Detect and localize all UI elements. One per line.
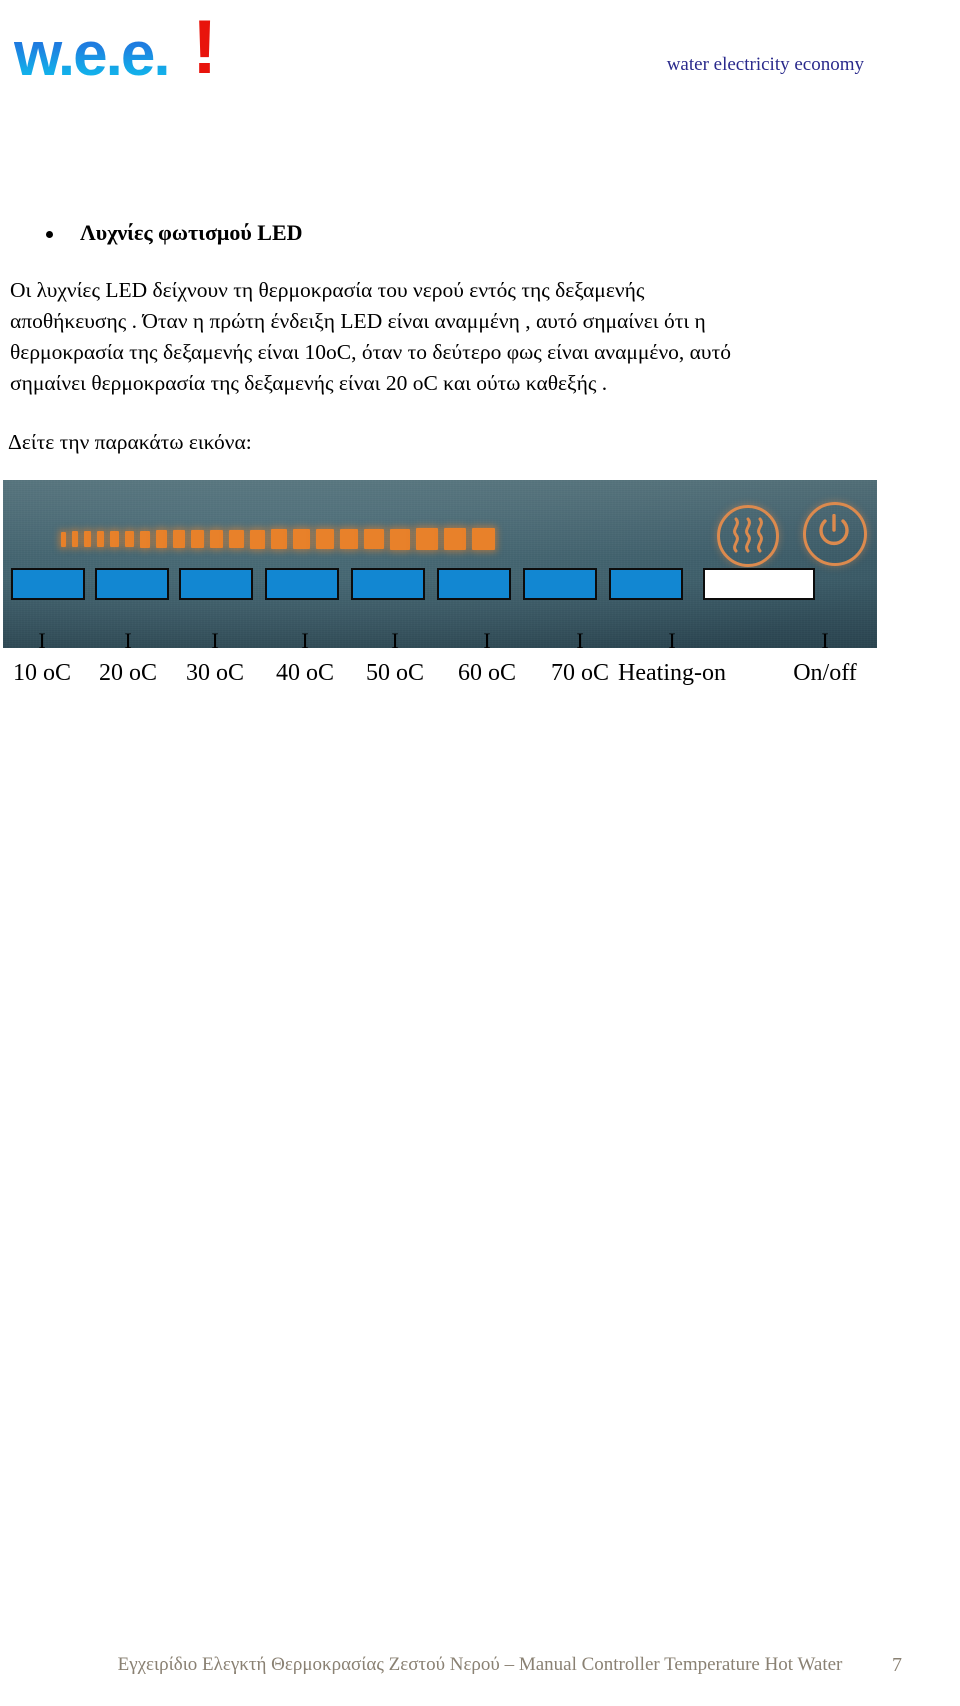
footer-manual-title: Εγχειρίδιο Ελεγκτή Θερμοκρασίας Ζεστού Ν…	[117, 1654, 843, 1675]
tick-mark: I	[211, 628, 219, 653]
led-group-marker	[703, 568, 815, 600]
temperature-label: 10 oC	[12, 660, 72, 686]
led-group-marker	[95, 568, 169, 600]
led-segment	[72, 531, 78, 547]
led-group-marker	[351, 568, 425, 600]
see-image-caption: Δείτε την παρακάτω εικόνα:	[8, 430, 252, 454]
led-segment	[190, 530, 204, 548]
bullet-point-icon	[46, 231, 53, 238]
led-indicator-bar	[61, 524, 495, 554]
led-group-marker	[265, 568, 339, 600]
controller-panel-photo	[3, 480, 877, 648]
led-segment	[390, 528, 411, 550]
led-segment	[209, 529, 224, 549]
power-on-off-icon	[803, 502, 867, 566]
temperature-label: On/off	[793, 660, 857, 686]
temperature-label: 70 oC	[550, 660, 610, 686]
heating-waves-icon	[717, 505, 779, 567]
logo-wordmark: w.e.e.	[14, 20, 171, 89]
temperature-label: 20 oC	[98, 660, 158, 686]
temperature-label: 60 oC	[457, 660, 517, 686]
led-segment	[471, 528, 495, 550]
tick-mark: I	[821, 628, 829, 653]
led-group-marker	[11, 568, 85, 600]
page-footer: Εγχειρίδιο Ελεγκτή Θερμοκρασίας Ζεστού Ν…	[0, 1654, 960, 1684]
paragraph-line: αποθήκευσης . Όταν η πρώτη ένδειξη LED ε…	[10, 309, 706, 333]
tick-mark: I	[124, 628, 132, 653]
tick-mark: I	[391, 628, 399, 653]
page-number: 7	[892, 1654, 902, 1676]
tick-mark: I	[668, 628, 676, 653]
led-segment	[443, 528, 466, 550]
tick-mark: I	[483, 628, 491, 653]
led-group-marker	[523, 568, 597, 600]
paragraph-line: Οι λυχνίες LED δείχνουν τη θερμοκρασία τ…	[10, 278, 645, 302]
led-segment	[229, 529, 244, 549]
temperature-label: Heating-on	[618, 660, 726, 686]
led-segment	[416, 528, 438, 550]
led-group-marker	[179, 568, 253, 600]
led-group-marker	[609, 568, 683, 600]
led-group-marker	[437, 568, 511, 600]
led-segment	[292, 529, 310, 549]
temperature-label: 50 oC	[365, 660, 425, 686]
paragraph-line: σημαίνει θερμοκρασία της δεξαμενής είναι…	[10, 371, 608, 395]
led-segment	[172, 530, 185, 548]
tick-mark: I	[38, 628, 46, 653]
led-segment	[96, 531, 105, 547]
led-segment	[315, 529, 334, 549]
section-heading: Λυχνίες φωτισμού LED	[80, 220, 303, 245]
body-paragraph: Οι λυχνίες LED δείχνουν τη θερμοκρασία τ…	[10, 275, 890, 399]
led-group-markers	[3, 568, 877, 604]
page-header: w.e.e. ! water electricity economy	[0, 0, 960, 110]
wee-logo: w.e.e. !	[14, 8, 244, 96]
led-segment	[83, 531, 91, 547]
led-segment	[270, 529, 287, 549]
tick-mark: I	[576, 628, 584, 653]
temperature-labels-row: 10 oC 20 oC 30 oC 40 oC 50 oC 60 oC 70 oC Heati…	[0, 658, 880, 692]
led-segment	[364, 528, 385, 550]
logo-exclamation-icon: !	[192, 5, 218, 90]
led-segment	[124, 530, 134, 548]
tick-marks-row: IIIIIIIII	[0, 628, 880, 656]
led-segment	[249, 529, 265, 549]
led-segment	[139, 530, 150, 548]
temperature-label: 40 oC	[275, 660, 335, 686]
paragraph-line: θερμοκρασία της δεξαμενής είναι 10oC, ότ…	[10, 340, 731, 364]
led-segment	[339, 528, 359, 550]
company-tagline: water electricity economy	[666, 54, 864, 75]
temperature-label: 30 oC	[185, 660, 245, 686]
led-segment	[155, 530, 167, 548]
tick-mark: I	[301, 628, 309, 653]
led-segment	[110, 530, 119, 548]
led-segment	[61, 531, 66, 547]
